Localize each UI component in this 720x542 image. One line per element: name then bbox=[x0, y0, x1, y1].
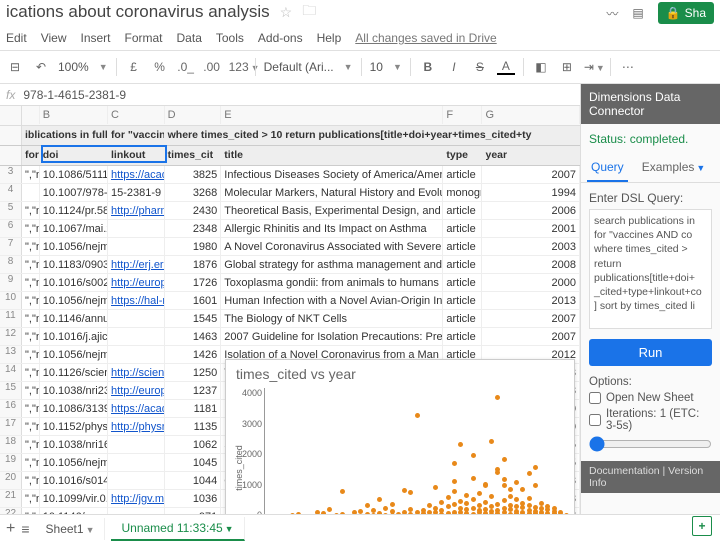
chart-plot-area bbox=[264, 388, 564, 514]
menu-insert[interactable]: Insert bbox=[80, 31, 110, 45]
doc-title[interactable]: ications about coronavirus analysis bbox=[6, 2, 270, 22]
comment-icon[interactable]: ▤ bbox=[632, 6, 643, 20]
chart-yticks: 40003000200010000 bbox=[232, 388, 262, 514]
fontsize-select[interactable]: 10 bbox=[370, 60, 383, 74]
explore-button[interactable]: + bbox=[692, 516, 712, 536]
panel-footer[interactable]: Documentation | Version Info bbox=[581, 461, 720, 493]
menu-view[interactable]: View bbox=[41, 31, 67, 45]
borders-icon[interactable]: ⊞ bbox=[558, 60, 576, 74]
sheet-tab-2[interactable]: Unnamed 11:33:45▼ bbox=[111, 517, 244, 541]
panel-title: Dimensions Data Connector bbox=[581, 84, 720, 124]
star-icon[interactable]: ☆ bbox=[280, 4, 293, 21]
sheet-tab-1[interactable]: Sheet1▼ bbox=[36, 518, 106, 540]
strike-icon[interactable]: S bbox=[471, 60, 489, 74]
table-row[interactable]: 10 ","nan 10.1056/nejmoa1 https://hal-ri… bbox=[0, 292, 580, 310]
side-panel: Dimensions Data Connector Status: comple… bbox=[580, 84, 720, 514]
more-icon[interactable]: ⋯ bbox=[619, 60, 637, 74]
decimal-inc-icon[interactable]: .00 bbox=[203, 60, 221, 74]
table-row[interactable]: 12 ","nan 10.1016/j.ajic.2007.10.007 146… bbox=[0, 328, 580, 346]
header-row-1[interactable]: iblications in full_data for "vaccines A… bbox=[0, 126, 580, 146]
save-status: All changes saved in Drive bbox=[355, 31, 496, 45]
spreadsheet[interactable]: fx978-1-4615-2381-9 B C D E F G iblicati… bbox=[0, 84, 580, 514]
decimal-dec-icon[interactable]: .0_ bbox=[177, 60, 195, 74]
formula-bar[interactable]: fx978-1-4615-2381-9 bbox=[0, 84, 580, 106]
menu-addons[interactable]: Add-ons bbox=[258, 31, 303, 45]
column-headers[interactable]: B C D E F G bbox=[0, 106, 580, 126]
currency-percent-icon[interactable]: % bbox=[151, 60, 169, 74]
tab-query[interactable]: Query bbox=[587, 154, 628, 182]
menu-help[interactable]: Help bbox=[317, 31, 342, 45]
font-select[interactable]: Default (Ari... bbox=[264, 60, 334, 74]
bold-icon[interactable]: B bbox=[419, 60, 437, 74]
toolbar: ⊟ ↶ 100%▼ £ % .0_ .00 123▼ Default (Ari.… bbox=[0, 50, 720, 84]
menu-data[interactable]: Data bbox=[177, 31, 202, 45]
format-123-icon[interactable]: 123▼ bbox=[229, 60, 247, 74]
currency-pound-icon[interactable]: £ bbox=[125, 60, 143, 74]
menu-bar: Edit View Insert Format Data Tools Add-o… bbox=[0, 26, 720, 50]
panel-tabs: Query Examples▼ bbox=[581, 154, 720, 183]
tab-examples[interactable]: Examples▼ bbox=[638, 154, 710, 182]
query-textarea[interactable]: search publications in for "vaccines AND… bbox=[589, 209, 712, 329]
chart-title: times_cited vs year bbox=[226, 360, 574, 388]
menu-edit[interactable]: Edit bbox=[6, 31, 27, 45]
iterations-slider[interactable] bbox=[589, 436, 712, 452]
panel-status: Status: completed. bbox=[581, 124, 720, 154]
table-row[interactable]: 5 ","nan 10.1124/pr.58.3. http://pharmre… bbox=[0, 202, 580, 220]
undo-icon[interactable]: ↶ bbox=[32, 60, 50, 74]
all-sheets-icon[interactable]: ≡ bbox=[21, 521, 29, 537]
textcolor-icon[interactable]: A bbox=[497, 59, 515, 75]
opt-open-new-sheet[interactable]: Open New Sheet bbox=[589, 392, 712, 404]
fill-icon[interactable]: ◧ bbox=[532, 60, 550, 74]
merge-icon[interactable]: ⇥▼ bbox=[584, 60, 602, 74]
folder-icon[interactable]: 🗀 bbox=[302, 0, 316, 24]
table-row[interactable]: 3 ","nan 10.1086/511159 https://academic… bbox=[0, 166, 580, 184]
add-sheet-icon[interactable]: + bbox=[6, 520, 15, 538]
italic-icon[interactable]: I bbox=[445, 60, 463, 74]
table-row[interactable]: 6 ","nan 10.1067/mai.2001.118891 2348 Al… bbox=[0, 220, 580, 238]
run-button[interactable]: Run bbox=[589, 339, 712, 366]
opt-iterations[interactable]: Iterations: 1 (ETC: 3-5s) bbox=[589, 408, 712, 432]
table-row[interactable]: 4 10.1007/978-1-46 15-2381-9 3268 Molecu… bbox=[0, 184, 580, 202]
trend-icon[interactable]: 〰 bbox=[606, 5, 618, 22]
share-button[interactable]: 🔒 Sha bbox=[658, 2, 714, 24]
print-icon[interactable]: ⊟ bbox=[6, 60, 24, 74]
options-label: Options: bbox=[589, 376, 712, 388]
menu-tools[interactable]: Tools bbox=[216, 31, 244, 45]
table-row[interactable]: 7 ","nan 10.1056/nejmoa030781 1980 A Nov… bbox=[0, 238, 580, 256]
query-label: Enter DSL Query: bbox=[581, 183, 720, 209]
sheet-tab-bar: + ≡ Sheet1▼ Unnamed 11:33:45▼ + bbox=[0, 514, 720, 542]
table-row[interactable]: 11 ","nan 10.1146/annurev.immunol.25.022… bbox=[0, 310, 580, 328]
menu-format[interactable]: Format bbox=[125, 31, 163, 45]
chart[interactable]: times_cited vs year times_cited 40003000… bbox=[225, 359, 575, 514]
zoom-select[interactable]: 100% bbox=[58, 60, 89, 74]
table-row[interactable]: 8 ","nan 10.1183/0903193 http://erj.ersj… bbox=[0, 256, 580, 274]
table-row[interactable]: 9 ","nan 10.1016/s0020-7 http://europepm… bbox=[0, 274, 580, 292]
lock-icon: 🔒 bbox=[666, 6, 681, 20]
header-row-2[interactable]: for doi linkout times_cit title type yea… bbox=[0, 146, 580, 166]
